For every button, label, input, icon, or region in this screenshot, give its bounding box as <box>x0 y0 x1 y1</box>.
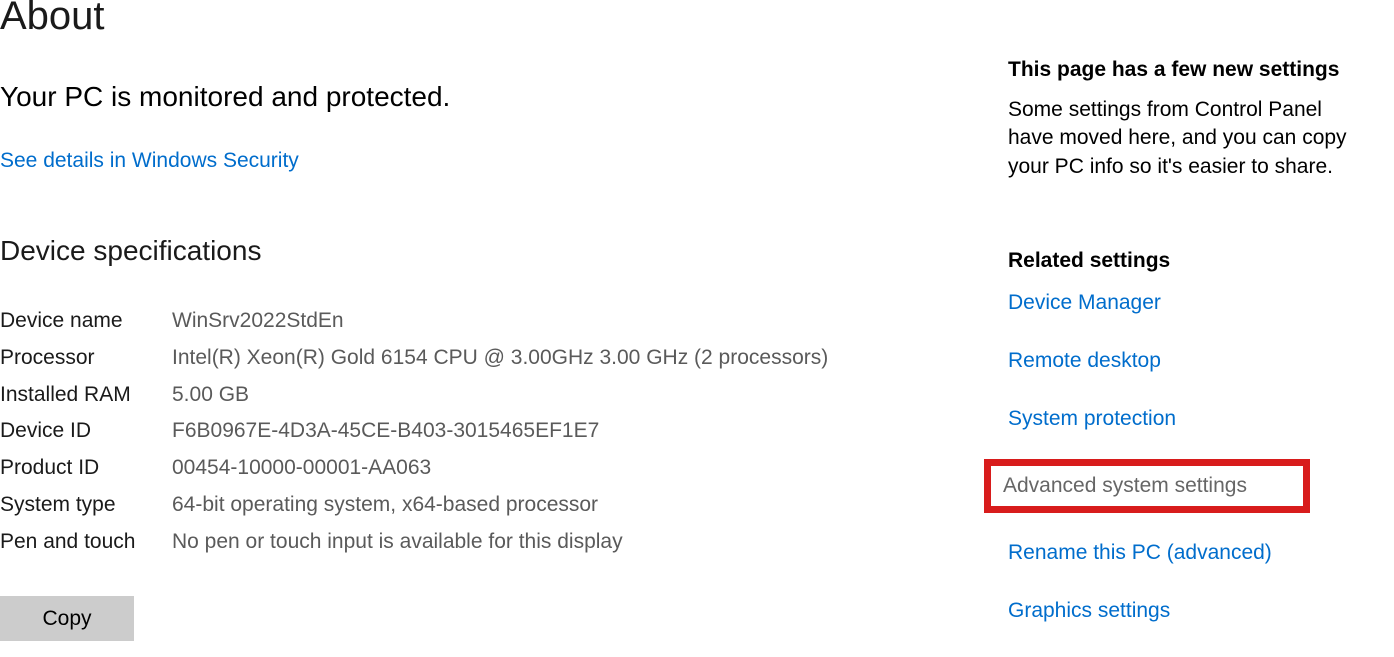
sidebar: This page has a few new settings Some se… <box>1008 58 1358 657</box>
spec-label: Pen and touch <box>0 524 172 561</box>
spec-value: 00454-10000-00001-AA063 <box>172 450 900 487</box>
spec-label: Processor <box>0 340 172 377</box>
spec-row-system-type: System type 64-bit operating system, x64… <box>0 487 900 524</box>
spec-value: WinSrv2022StdEn <box>172 303 900 340</box>
protection-status: Your PC is monitored and protected. <box>0 81 900 113</box>
spec-label: System type <box>0 487 172 524</box>
spec-row-pen-and-touch: Pen and touch No pen or touch input is a… <box>0 524 900 561</box>
spec-value: F6B0967E-4D3A-45CE-B403-3015465EF1E7 <box>172 413 900 450</box>
advanced-system-settings-link[interactable]: Advanced system settings <box>1003 474 1291 498</box>
spec-value: 64-bit operating system, x64-based proce… <box>172 487 900 524</box>
related-settings-heading: Related settings <box>1008 249 1358 273</box>
spec-row-device-id: Device ID F6B0967E-4D3A-45CE-B403-301546… <box>0 413 900 450</box>
device-manager-link[interactable]: Device Manager <box>1008 291 1358 315</box>
page-title: About <box>0 0 900 39</box>
advanced-system-settings-highlight: Advanced system settings <box>984 459 1310 513</box>
sidebar-info-text: Some settings from Control Panel have mo… <box>1008 96 1358 181</box>
windows-security-link[interactable]: See details in Windows Security <box>0 149 299 173</box>
main-content: About Your PC is monitored and protected… <box>0 0 900 641</box>
sidebar-info-heading: This page has a few new settings <box>1008 58 1358 82</box>
remote-desktop-link[interactable]: Remote desktop <box>1008 349 1358 373</box>
device-specifications-heading: Device specifications <box>0 235 900 267</box>
spec-label: Product ID <box>0 450 172 487</box>
spec-label: Device name <box>0 303 172 340</box>
graphics-settings-link[interactable]: Graphics settings <box>1008 599 1358 623</box>
spec-label: Installed RAM <box>0 377 172 414</box>
spec-value: No pen or touch input is available for t… <box>172 524 900 561</box>
spec-row-processor: Processor Intel(R) Xeon(R) Gold 6154 CPU… <box>0 340 900 377</box>
spec-row-installed-ram: Installed RAM 5.00 GB <box>0 377 900 414</box>
rename-pc-link[interactable]: Rename this PC (advanced) <box>1008 541 1358 565</box>
device-specs-list: Device name WinSrv2022StdEn Processor In… <box>0 303 900 560</box>
spec-row-product-id: Product ID 00454-10000-00001-AA063 <box>0 450 900 487</box>
spec-label: Device ID <box>0 413 172 450</box>
system-protection-link[interactable]: System protection <box>1008 407 1358 431</box>
spec-row-device-name: Device name WinSrv2022StdEn <box>0 303 900 340</box>
copy-button[interactable]: Copy <box>0 596 134 641</box>
spec-value: Intel(R) Xeon(R) Gold 6154 CPU @ 3.00GHz… <box>172 340 900 377</box>
spec-value: 5.00 GB <box>172 377 900 414</box>
